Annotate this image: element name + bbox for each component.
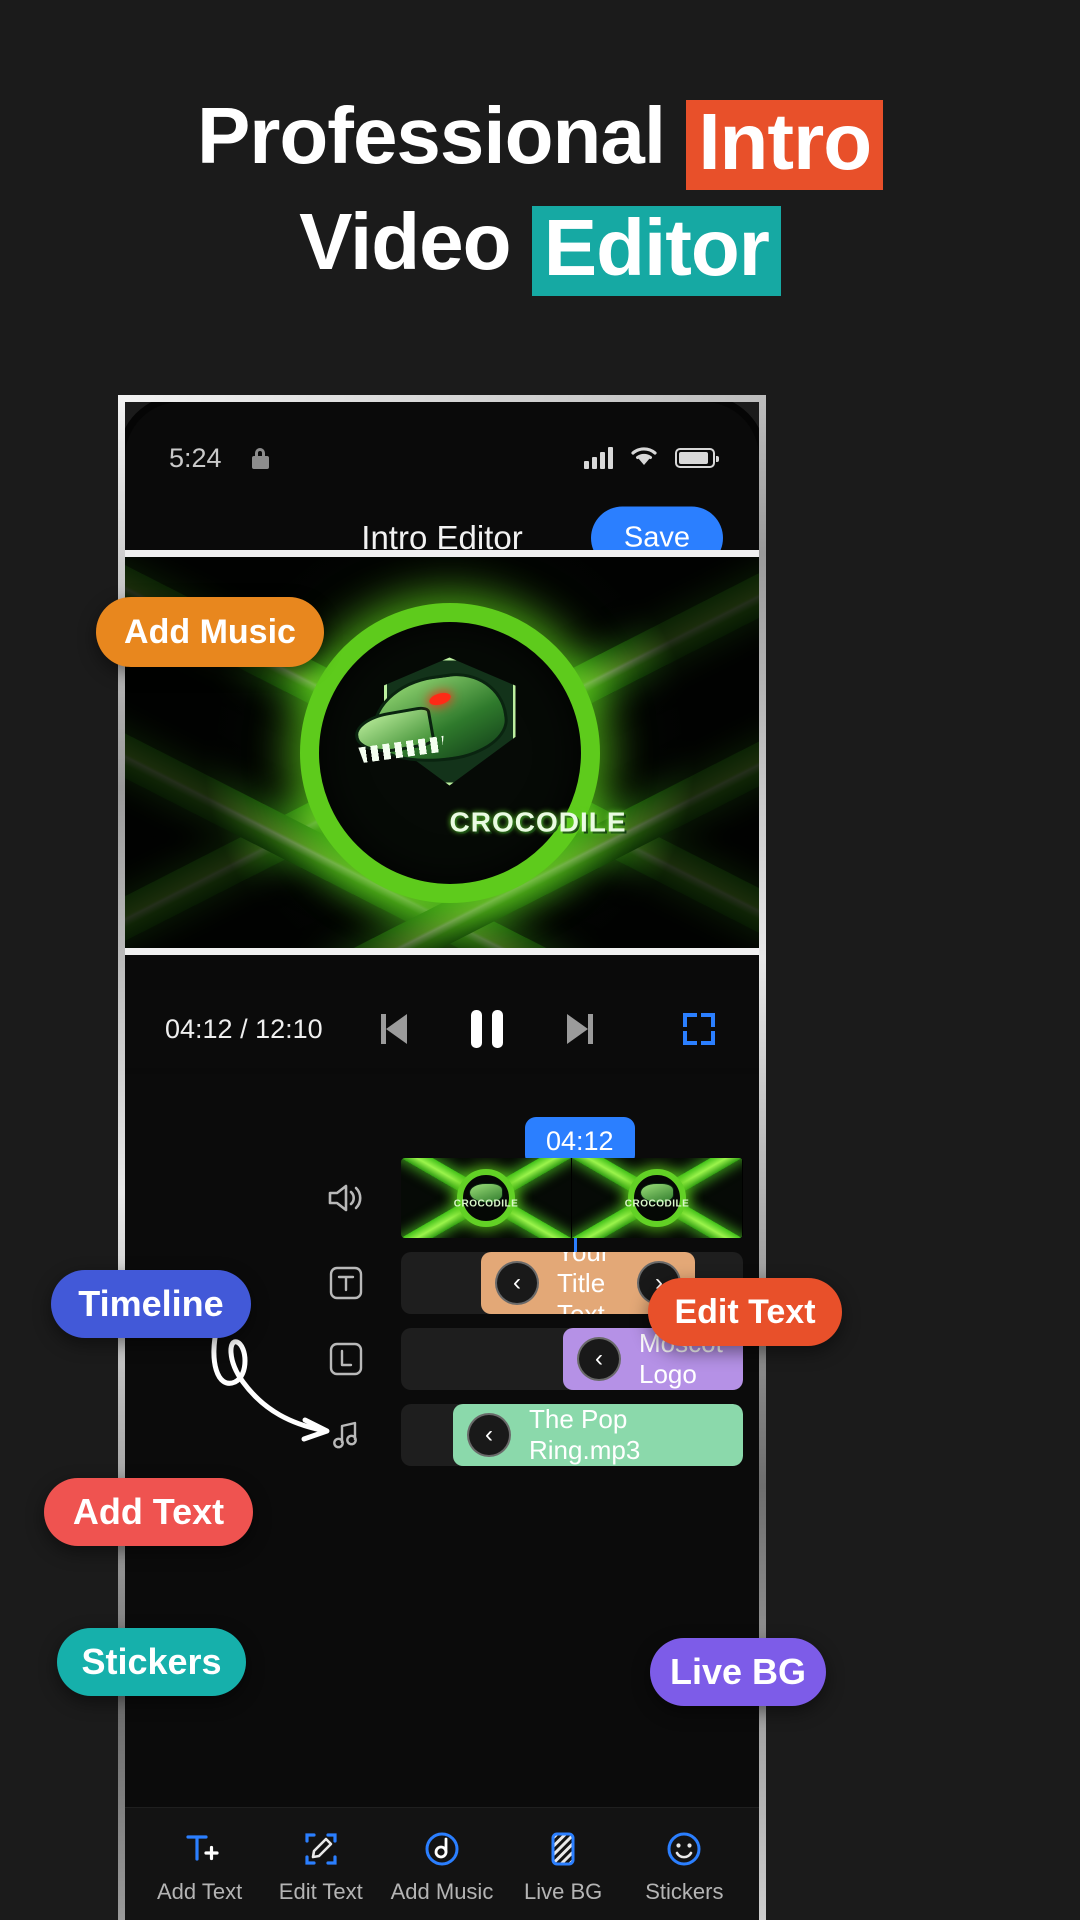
video-thumbnail-strip[interactable]: CROCODILE CROCODILE (401, 1158, 743, 1238)
hatched-rect-icon (543, 1828, 583, 1870)
toolbar-item-add-music[interactable]: Add Music (386, 1828, 498, 1905)
signal-bars-icon (584, 447, 613, 469)
headline-line-2: Video Editor (0, 196, 1080, 296)
toolbar-label: Stickers (645, 1879, 724, 1904)
logo-text: CROCODILE (449, 806, 627, 838)
toolbar-label: Add Music (390, 1879, 494, 1904)
toolbar-item-edit-text[interactable]: Edit Text (265, 1828, 377, 1905)
video-thumbnail[interactable]: CROCODILE (572, 1158, 743, 1238)
thumbnail-logo-text: CROCODILE (453, 1198, 519, 1210)
clip-label: Your Title Text (557, 1252, 610, 1314)
headline-plain-2: Video (299, 197, 511, 286)
thumbnail-logo-text: CROCODILE (624, 1198, 690, 1210)
text-box-icon[interactable] (325, 1262, 367, 1304)
add-text-icon (180, 1828, 220, 1870)
video-thumbnail[interactable]: CROCODILE (401, 1158, 572, 1238)
skip-next-icon[interactable] (566, 1014, 593, 1044)
trim-handle-left-icon[interactable]: ‹ (577, 1337, 621, 1381)
fullscreen-icon[interactable] (683, 1013, 715, 1045)
callout-stickers[interactable]: Stickers (57, 1628, 246, 1696)
status-icons (584, 445, 719, 472)
lock-icon (251, 447, 269, 469)
promo-screenshot: Professional Intro Video Editor 5:24 Int… (0, 0, 1080, 1920)
toolbar-item-add-text[interactable]: Add Text (144, 1828, 256, 1905)
battery-icon (675, 448, 719, 468)
logo-ring: CROCODILE (299, 602, 626, 903)
track-lane[interactable]: ‹ The Pop Ring.mp3 (401, 1404, 743, 1466)
callout-edit-text[interactable]: Edit Text (648, 1278, 842, 1346)
clip-label: The Pop Ring.mp3 (529, 1404, 641, 1465)
trim-handle-left-icon[interactable]: ‹ (495, 1261, 539, 1305)
status-time: 5:24 (169, 442, 222, 473)
callout-live-bg[interactable]: Live BG (650, 1638, 826, 1706)
wifi-icon (629, 445, 659, 472)
toolbar-item-live-bg[interactable]: Live BG (507, 1828, 619, 1905)
headline-plain-1: Professional (196, 91, 666, 180)
timeline-track-video[interactable]: CROCODILE CROCODILE (125, 1158, 759, 1238)
trim-handle-left-icon[interactable]: ‹ (467, 1413, 511, 1457)
skip-previous-icon[interactable] (380, 1014, 407, 1044)
headline-highlight-editor: Editor (531, 206, 781, 296)
headline: Professional Intro Video Editor (0, 90, 1080, 296)
pause-icon[interactable] (470, 1010, 503, 1048)
callout-add-text[interactable]: Add Text (44, 1478, 253, 1546)
player-time: 04:12 / 12:10 (165, 1013, 323, 1044)
toolbar-label: Live BG (524, 1879, 603, 1904)
edit-pencil-icon (301, 1828, 341, 1870)
headline-highlight-intro: Intro (686, 100, 884, 190)
player-controls: 04:12 / 12:10 (125, 990, 759, 1068)
toolbar-item-stickers[interactable]: Stickers (628, 1828, 740, 1905)
timeline-clip-audio[interactable]: ‹ The Pop Ring.mp3 (453, 1404, 743, 1466)
toolbar-label: Add Text (156, 1879, 243, 1904)
arrow-doodle-icon (211, 1325, 330, 1442)
status-bar: 5:24 (125, 436, 759, 480)
bottom-toolbar: Add Text Edit Text Add Music Live BG Sti… (125, 1807, 759, 1920)
smiley-icon (664, 1828, 704, 1870)
crocodile-mascot-icon: CROCODILE (351, 650, 626, 838)
transport-controls (380, 1010, 593, 1048)
toolbar-label: Edit Text (278, 1879, 363, 1904)
headline-line-1: Professional Intro (0, 90, 1080, 190)
volume-icon[interactable] (325, 1177, 367, 1219)
callout-timeline[interactable]: Timeline (51, 1270, 251, 1338)
music-note-circle-icon (422, 1828, 462, 1870)
callout-add-music[interactable]: Add Music (96, 597, 324, 667)
